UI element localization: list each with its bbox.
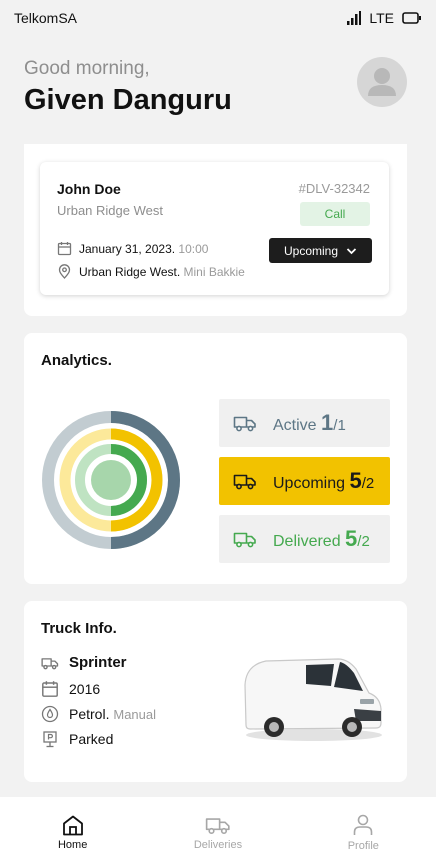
call-button[interactable]: Call — [300, 202, 370, 226]
status-indicators: LTE — [347, 10, 422, 26]
carrier-label: TelkomSA — [14, 10, 78, 26]
delivery-id: #DLV-32342 — [298, 181, 370, 196]
truck-icon — [233, 474, 256, 490]
stat-upcoming-label: Upcoming — [273, 475, 346, 492]
truck-info-title: Truck Info. — [41, 620, 117, 637]
delivery-card[interactable]: John Doe Urban Ridge West #DLV-32342 Cal… — [40, 162, 389, 295]
parking-icon — [43, 731, 57, 748]
calendar-icon — [42, 681, 58, 697]
user-icon — [354, 814, 373, 835]
truck-year-row: 2016 — [41, 680, 100, 698]
customer-area: Urban Ridge West — [57, 203, 163, 218]
signal-icon — [347, 11, 362, 25]
location-pin-icon — [58, 264, 71, 279]
delivery-time: 10:00 — [178, 241, 209, 256]
truck-icon — [233, 416, 256, 432]
chevron-down-icon — [346, 247, 357, 254]
stat-active[interactable]: Active 1/1 — [219, 399, 390, 447]
stat-active-total: /1 — [333, 417, 346, 434]
truck-info-section: Truck Info. Sprinter 2016 Petrol. Manual… — [24, 601, 407, 782]
stat-upcoming-total: /2 — [361, 475, 375, 492]
stat-delivered-value: 5 — [345, 526, 358, 551]
home-icon — [62, 815, 83, 836]
stat-upcoming-value: 5 — [349, 468, 362, 493]
greeting-text: Good morning, — [24, 58, 150, 79]
van-image — [244, 658, 382, 741]
truck-state-row: Parked — [41, 730, 113, 748]
delivery-location-row: Urban Ridge West. Mini Bakkie — [57, 264, 245, 279]
truck-model: Sprinter — [69, 654, 127, 671]
avatar[interactable] — [357, 57, 407, 107]
stat-delivered[interactable]: Delivered 5/2 — [219, 515, 390, 563]
analytics-title: Analytics. — [41, 352, 112, 369]
truck-icon — [233, 532, 256, 548]
truck-fuel-row: Petrol. Manual — [41, 705, 156, 723]
nav-label-home: Home — [57, 839, 88, 851]
fuel-icon — [41, 705, 59, 723]
stat-delivered-total: /2 — [357, 533, 370, 550]
stat-delivered-label: Delivered — [273, 533, 341, 550]
stat-active-value: 1 — [321, 410, 334, 435]
delivery-location: Urban Ridge West. — [79, 264, 181, 279]
truck-icon — [41, 657, 59, 669]
user-avatar-icon — [368, 68, 396, 96]
status-bar: TelkomSA LTE — [0, 0, 436, 36]
nav-item-deliveries[interactable]: Deliveries — [173, 814, 263, 851]
stat-upcoming[interactable]: Upcoming 5/2 — [219, 457, 390, 505]
network-label: LTE — [369, 10, 394, 26]
delivery-vehicle: Mini Bakkie — [183, 264, 245, 279]
stat-active-label: Active — [273, 417, 317, 434]
truck-model-row: Sprinter — [41, 654, 127, 671]
customer-name: John Doe — [57, 181, 121, 197]
analytics-ring-chart — [42, 411, 180, 549]
truck-fuel: Petrol. — [69, 706, 110, 722]
truck-transmission: Manual — [113, 707, 156, 722]
truck-year: 2016 — [69, 681, 101, 697]
nav-item-home[interactable]: Home — [28, 814, 118, 851]
analytics-section: Analytics. Active 1/1 Upcoming 5/2 Deliv… — [24, 333, 407, 584]
ring-center — [91, 460, 131, 500]
bottom-navigation: Home Deliveries Profile — [0, 797, 436, 868]
status-dropdown-label: Upcoming — [283, 243, 339, 258]
battery-icon — [402, 12, 421, 24]
status-dropdown[interactable]: Upcoming — [269, 238, 372, 263]
delivery-date: January 31, 2023. — [79, 241, 176, 256]
truck-state: Parked — [69, 731, 114, 747]
calendar-icon — [57, 242, 72, 256]
user-name: Given Danguru — [24, 84, 232, 116]
nav-label-deliveries: Deliveries — [193, 839, 243, 851]
upcoming-delivery-section: John Doe Urban Ridge West #DLV-32342 Cal… — [24, 144, 407, 316]
truck-icon — [205, 818, 230, 835]
nav-label-profile: Profile — [347, 840, 379, 852]
nav-item-profile[interactable]: Profile — [318, 813, 408, 852]
delivery-date-row: January 31, 2023. 10:00 — [57, 241, 208, 256]
